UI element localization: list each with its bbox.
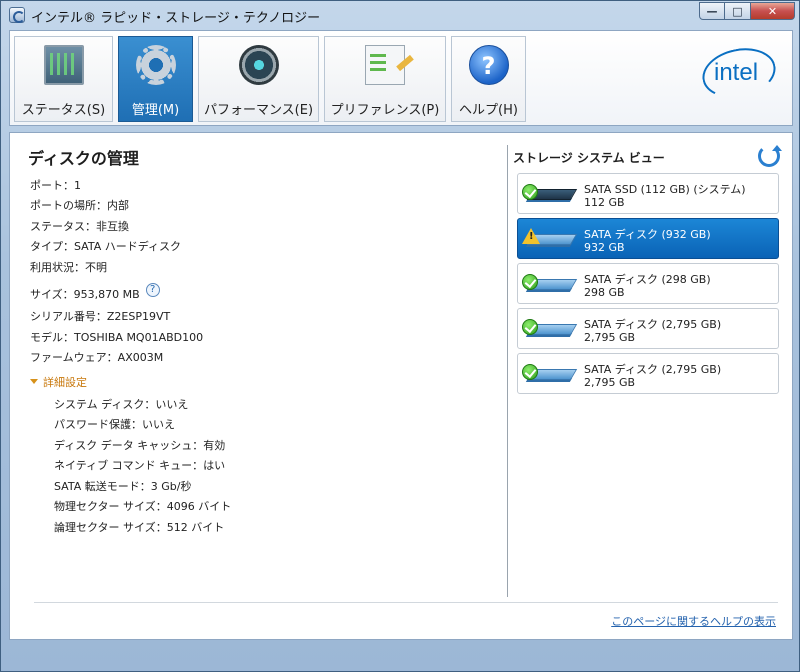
tab-performance-label: パフォーマンス(E) <box>203 103 314 118</box>
tab-status-label: ステータス(S) <box>21 103 106 118</box>
disk-item-2795-a[interactable]: SATA ディスク (2,795 GB) 2,795 GB <box>517 308 779 349</box>
status-monitor-icon <box>43 45 84 85</box>
disk-item-2795-b[interactable]: SATA ディスク (2,795 GB) 2,795 GB <box>517 353 779 394</box>
disk-item-ssd-112[interactable]: SATA SSD (112 GB) (システム) 112 GB <box>517 173 779 214</box>
adv-physical-sector: 物理セクター サイズ：4096 バイト <box>54 500 232 513</box>
content-panel: ディスクの管理 ポート：1 ポートの場所：内部 ステータス：非互換 タイプ：SA… <box>9 132 793 640</box>
footer-divider <box>34 602 778 603</box>
help-icon: ? <box>468 45 509 85</box>
disk-size: 298 GB <box>584 286 625 299</box>
hard-drive-icon <box>522 227 578 251</box>
tab-preferences-label: プリファレンス(P) <box>330 103 440 118</box>
adv-transfer-mode: SATA 転送モード：3 Gb/秒 <box>54 480 192 493</box>
adv-ncq: ネイティブ コマンド キュー：はい <box>54 459 226 472</box>
tab-manage[interactable]: 管理(M) <box>118 36 193 122</box>
tab-manage-label: 管理(M) <box>131 103 180 118</box>
app-window: インテル® ラピッド・ストレージ・テクノロジー — □ ✕ ステータス(S) 管… <box>0 0 800 672</box>
tab-help-label: ヘルプ(H) <box>459 103 518 118</box>
window-bottom-frame <box>1 645 800 672</box>
minimize-button[interactable]: — <box>699 2 725 20</box>
prop-model: モデル：TOSHIBA MQ01ABD100 <box>30 331 204 344</box>
tab-performance[interactable]: パフォーマンス(E) <box>198 36 319 122</box>
panel-divider <box>507 145 508 597</box>
prop-port: ポート：1 <box>30 179 81 192</box>
adv-logical-sector: 論理セクター サイズ：512 バイト <box>54 521 225 534</box>
hard-drive-icon <box>522 317 578 341</box>
disk-name: SATA ディスク (298 GB) <box>584 273 711 286</box>
tab-preferences[interactable]: プリファレンス(P) <box>324 36 446 122</box>
prop-status: ステータス：非互換 <box>30 220 129 233</box>
title-bar: インテル® ラピッド・ストレージ・テクノロジー — □ ✕ <box>1 1 800 29</box>
prop-size: サイズ：953,870 MB <box>30 288 140 301</box>
disk-size: 932 GB <box>584 241 625 254</box>
tab-status[interactable]: ステータス(S) <box>14 36 113 122</box>
main-toolbar: ステータス(S) 管理(M) パフォーマンス(E) プリファレンス(P) ? ヘ… <box>9 30 793 126</box>
disk-size: 2,795 GB <box>584 376 636 389</box>
close-button[interactable]: ✕ <box>751 2 795 20</box>
intel-logo-text: intel <box>714 59 759 86</box>
hard-drive-icon <box>522 362 578 386</box>
size-info-icon[interactable]: ? <box>145 283 160 297</box>
adv-system-disk: システム ディスク：いいえ <box>54 398 189 411</box>
prop-firmware: ファームウェア：AX003M <box>30 351 164 364</box>
ssd-drive-icon <box>522 182 578 206</box>
advanced-settings-toggle[interactable]: 詳細設定 <box>30 374 87 390</box>
performance-gauge-icon <box>238 45 279 85</box>
disk-item-932[interactable]: SATA ディスク (932 GB) 932 GB <box>517 218 779 259</box>
rst-app-icon <box>9 7 25 23</box>
window-controls: — □ ✕ <box>699 2 795 20</box>
ok-check-icon <box>522 364 538 380</box>
gear-icon <box>135 45 176 85</box>
disk-item-298[interactable]: SATA ディスク (298 GB) 298 GB <box>517 263 779 304</box>
prop-port-location: ポートの場所：内部 <box>30 199 129 212</box>
advanced-settings-label: 詳細設定 <box>43 376 87 389</box>
prop-type: タイプ：SATA ハードディスク <box>30 240 181 253</box>
storage-view-title: ストレージ システム ビュー <box>513 151 665 165</box>
adv-data-cache: ディスク データ キャッシュ：有効 <box>54 439 226 452</box>
preferences-clipboard-icon <box>365 45 405 85</box>
prop-size-row: サイズ：953,870 MB? <box>30 283 160 303</box>
adv-password-protection: パスワード保護：いいえ <box>54 418 175 431</box>
disk-name: SATA SSD (112 GB) (システム) <box>584 183 746 196</box>
tab-help[interactable]: ? ヘルプ(H) <box>451 36 526 122</box>
hard-drive-icon <box>522 272 578 296</box>
chevron-down-icon <box>30 379 38 384</box>
disk-name: SATA ディスク (932 GB) <box>584 228 711 241</box>
page-help-link[interactable]: このページに関するヘルプの表示 <box>611 613 776 629</box>
ok-check-icon <box>522 184 538 200</box>
ok-check-icon <box>522 319 538 335</box>
intel-logo: intel <box>697 41 781 105</box>
disk-name: SATA ディスク (2,795 GB) <box>584 363 722 376</box>
window-title: インテル® ラピッド・ストレージ・テクノロジー <box>31 11 321 26</box>
page-title: ディスクの管理 <box>28 149 139 168</box>
refresh-icon[interactable] <box>758 145 782 167</box>
disk-name: SATA ディスク (2,795 GB) <box>584 318 722 331</box>
ok-check-icon <box>522 274 538 290</box>
maximize-button[interactable]: □ <box>725 2 751 20</box>
prop-usage: 利用状況：不明 <box>30 261 107 274</box>
prop-serial: シリアル番号：Z2ESP19VT <box>30 310 171 323</box>
disk-size: 2,795 GB <box>584 331 636 344</box>
disk-size: 112 GB <box>584 196 625 209</box>
warning-icon <box>522 228 540 244</box>
